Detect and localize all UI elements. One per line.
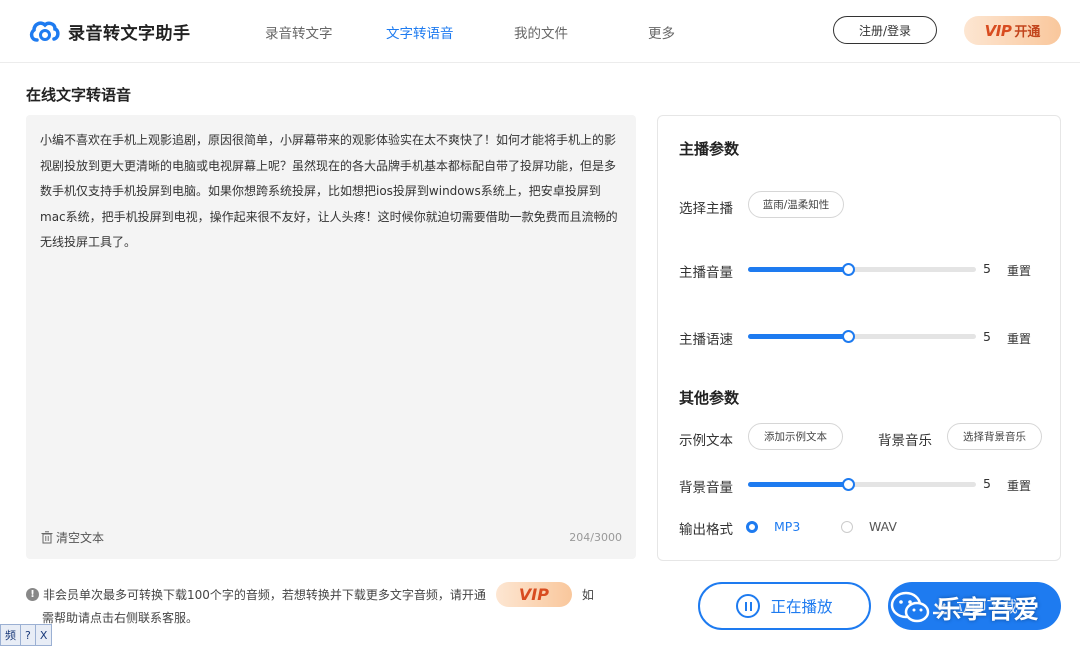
top-header: 录音转文字助手 录音转文字 文字转语音 我的文件 更多 注册/登录 VIP 开通 — [0, 0, 1080, 63]
volume-value: 5 — [983, 261, 991, 276]
mini-toolbar: 频 ? X — [0, 624, 53, 646]
page-title: 在线文字转语音 — [26, 86, 132, 104]
vip-open-button[interactable]: VIP 开通 — [964, 16, 1061, 45]
bgm-volume-value: 5 — [983, 476, 991, 491]
speed-slider-fill — [748, 334, 849, 339]
speed-label: 主播语速 — [679, 332, 733, 348]
bgm-volume-slider-fill — [748, 482, 849, 487]
speed-reset-button[interactable]: 重置 — [1007, 330, 1031, 347]
notice-vip-logo: VIP — [518, 584, 549, 604]
sample-text-label: 示例文本 — [679, 433, 733, 449]
select-anchor-label: 选择主播 — [679, 201, 733, 217]
speed-slider-thumb[interactable] — [842, 330, 856, 343]
nav-item-my-files[interactable]: 我的文件 — [514, 22, 648, 42]
speed-value: 5 — [983, 329, 991, 344]
help-icon[interactable]: ? — [21, 625, 36, 645]
bgm-volume-reset-button[interactable]: 重置 — [1007, 477, 1031, 494]
download-icon — [933, 598, 948, 615]
select-bgm-button[interactable]: 选择背景音乐 — [947, 423, 1042, 450]
text-input-area[interactable]: 小编不喜欢在手机上观影追剧，原因很简单，小屏幕带来的观影体验实在太不爽快了！如何… — [26, 115, 636, 559]
vip-logo: VIP — [984, 21, 1012, 40]
download-button[interactable]: 立即下载 — [888, 582, 1061, 630]
output-format-label: 输出格式 — [679, 522, 733, 538]
notice-text-line2: 需帮助请点击右侧联系客服。 — [42, 611, 199, 625]
logo[interactable]: 录音转文字助手 — [28, 18, 191, 44]
playing-button[interactable]: 正在播放 — [698, 582, 871, 630]
volume-slider-thumb[interactable] — [842, 263, 856, 276]
bgm-volume-slider[interactable] — [748, 478, 976, 491]
main-nav: 录音转文字 文字转语音 我的文件 更多 — [265, 22, 675, 42]
nav-item-more[interactable]: 更多 — [648, 22, 675, 42]
speed-slider[interactable] — [748, 330, 976, 343]
volume-slider[interactable] — [748, 263, 976, 276]
notice-vip-button[interactable]: VIP — [495, 582, 572, 607]
clear-text-label: 清空文本 — [56, 531, 105, 545]
bgm-label: 背景音乐 — [878, 433, 932, 449]
format-wav-label: WAV — [869, 519, 897, 534]
nav-item-speech-to-text[interactable]: 录音转文字 — [265, 22, 386, 42]
clear-text-button[interactable]: 清空文本 — [41, 529, 104, 546]
trash-icon — [41, 531, 53, 544]
volume-label: 主播音量 — [679, 265, 733, 281]
mini-toolbar-item[interactable]: 频 — [1, 625, 21, 645]
params-panel: 主播参数 选择主播 蓝雨/温柔知性 主播音量 5 重置 主播语速 5 重置 其他… — [657, 115, 1061, 561]
char-count: 204/3000 — [569, 531, 622, 544]
notice-text-tail: 如 — [581, 587, 594, 602]
vip-open-label: 开通 — [1014, 25, 1041, 40]
format-radio-wav[interactable]: WAV — [841, 519, 897, 534]
notice-text: 非会员单次最多可转换下载100个字的音频，若想转换并下载更多文字音频，请开通 — [43, 587, 486, 602]
other-params-title: 其他参数 — [679, 389, 740, 407]
radio-checked-icon — [746, 520, 758, 533]
select-anchor-button[interactable]: 蓝雨/温柔知性 — [748, 191, 844, 218]
anchor-params-title: 主播参数 — [679, 140, 740, 158]
member-notice: ! 非会员单次最多可转换下载100个字的音频，若想转换并下载更多文字音频，请开通… — [26, 582, 606, 629]
pause-icon — [736, 594, 761, 618]
format-radio-mp3[interactable]: MP3 — [746, 519, 800, 534]
text-content[interactable]: 小编不喜欢在手机上观影追剧，原因很简单，小屏幕带来的观影体验实在太不爽快了！如何… — [40, 128, 625, 256]
cloud-logo-icon — [29, 21, 60, 42]
download-label: 立即下载 — [955, 598, 1018, 616]
volume-slider-fill — [748, 267, 849, 272]
nav-item-text-to-speech[interactable]: 文字转语音 — [386, 22, 514, 42]
add-sample-text-button[interactable]: 添加示例文本 — [748, 423, 843, 450]
close-icon[interactable]: X — [36, 625, 52, 645]
format-mp3-label: MP3 — [774, 519, 801, 534]
radio-unchecked-icon — [841, 520, 853, 533]
volume-reset-button[interactable]: 重置 — [1007, 262, 1031, 279]
login-register-button[interactable]: 注册/登录 — [833, 16, 937, 44]
info-icon: ! — [26, 588, 39, 601]
logo-text: 录音转文字助手 — [68, 23, 191, 44]
play-label: 正在播放 — [770, 598, 833, 616]
bgm-volume-slider-thumb[interactable] — [842, 478, 856, 491]
bgm-volume-label: 背景音量 — [679, 480, 733, 496]
